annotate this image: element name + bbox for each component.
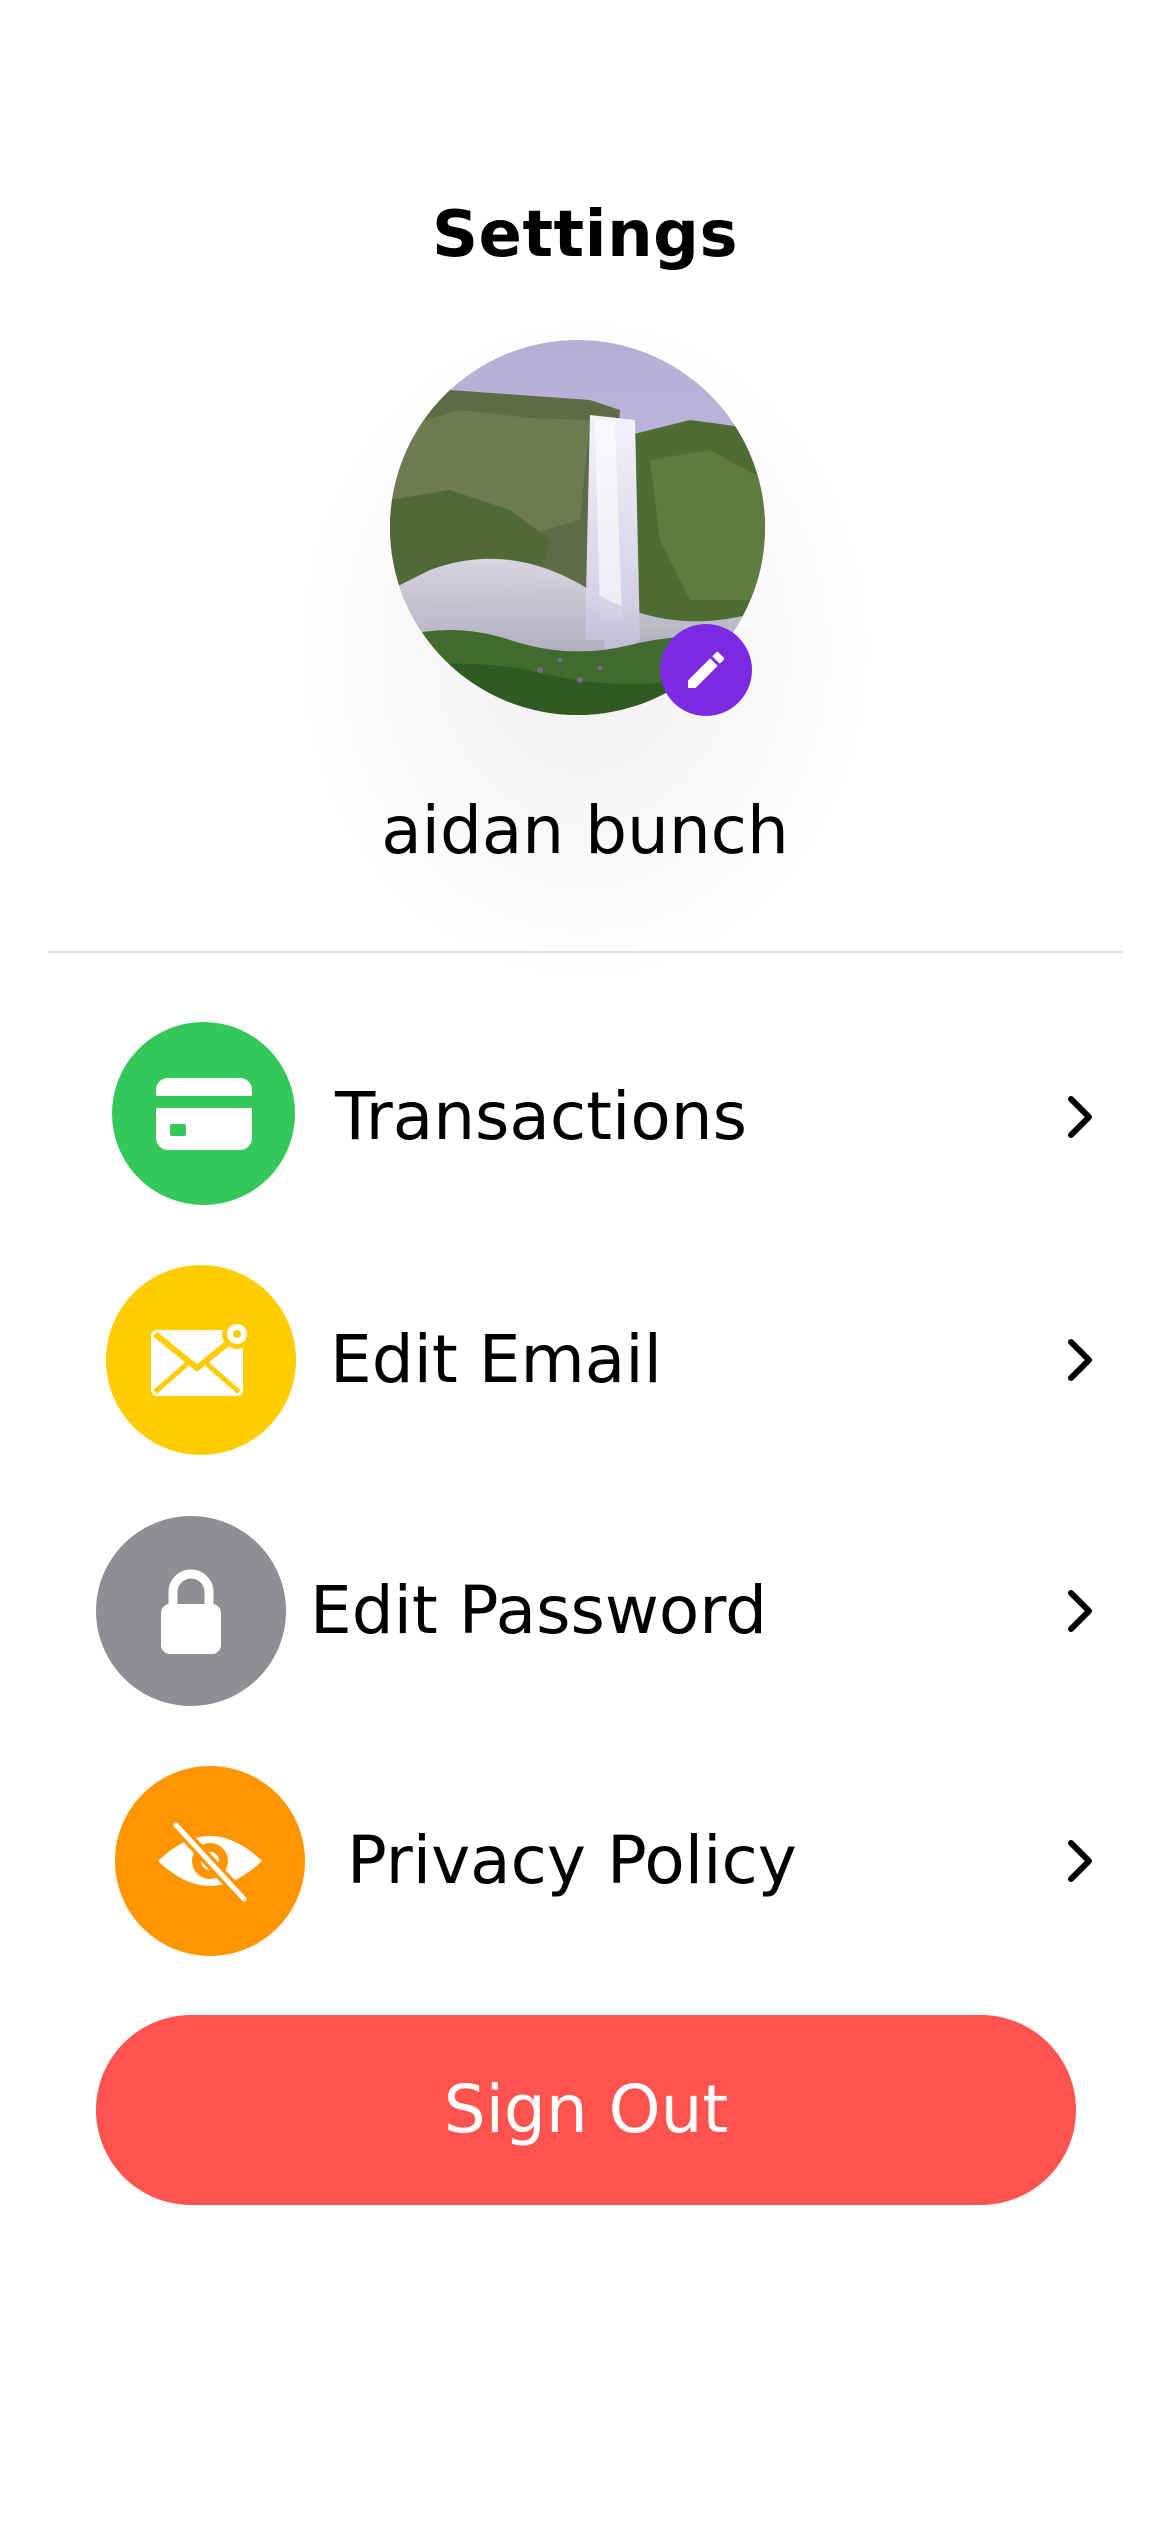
profile-name: aidan bunch [381, 792, 789, 869]
menu-item-edit-email[interactable]: Edit Email [90, 1265, 1092, 1455]
sign-out-button[interactable]: Sign Out [96, 2015, 1076, 2205]
menu-item-label: Privacy Policy [347, 1822, 797, 1899]
credit-card-icon [112, 1022, 295, 1205]
eye-slash-icon [115, 1766, 305, 1956]
email-icon [106, 1265, 296, 1455]
chevron-right-icon [1055, 1092, 1105, 1142]
chevron-right-icon [1055, 1586, 1105, 1636]
page-title: Settings [431, 198, 739, 272]
menu-item-privacy-policy[interactable]: Privacy Policy [90, 1766, 1092, 1956]
menu-item-transactions[interactable]: Transactions [90, 1022, 1092, 1212]
menu-item-label: Edit Password [310, 1572, 768, 1649]
chevron-right-icon [1055, 1335, 1105, 1385]
pencil-icon [688, 651, 725, 688]
menu-item-label: Transactions [335, 1078, 747, 1155]
chevron-right-icon [1055, 1836, 1105, 1886]
edit-avatar-button[interactable] [660, 624, 752, 716]
menu-item-edit-password[interactable]: Edit Password [90, 1516, 1092, 1706]
lock-icon [96, 1516, 286, 1706]
divider [48, 951, 1122, 953]
menu-item-label: Edit Email [330, 1321, 662, 1398]
